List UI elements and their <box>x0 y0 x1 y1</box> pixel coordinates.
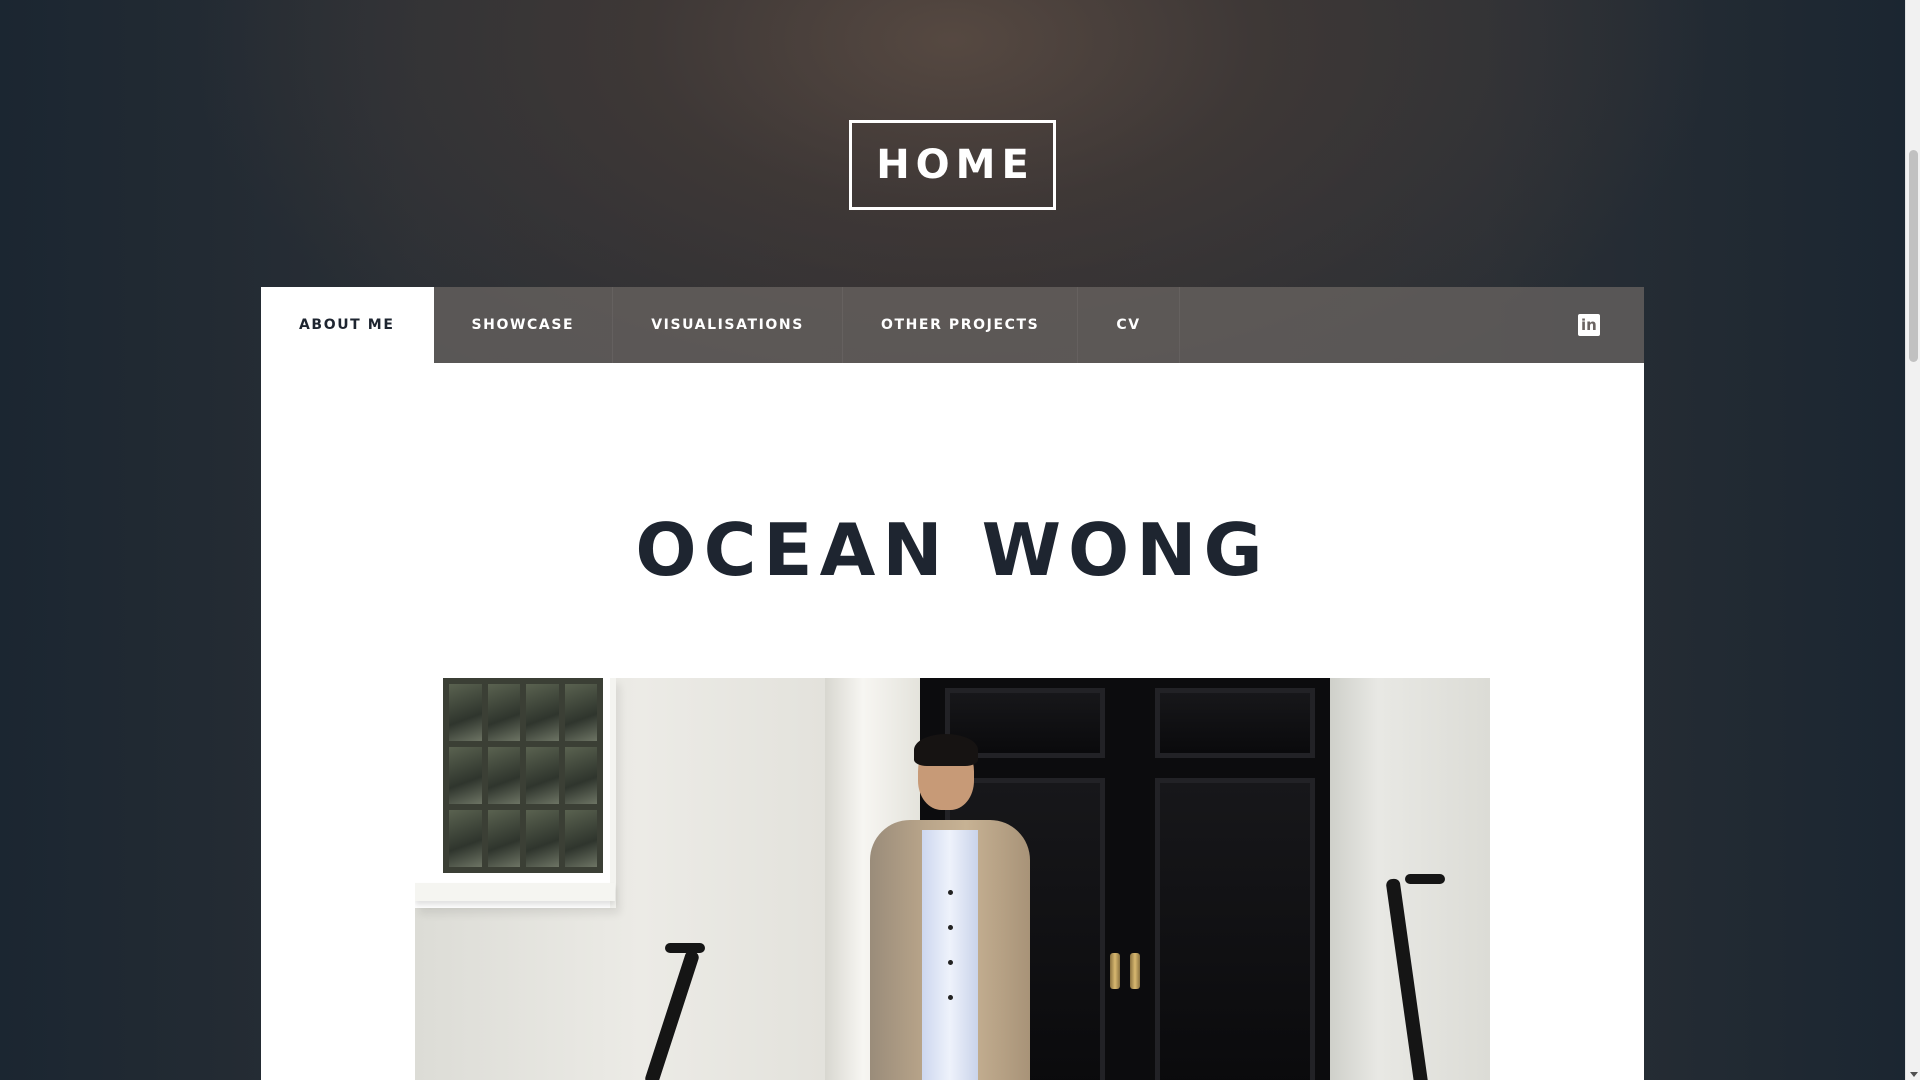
scrollbar-thumb[interactable] <box>1909 150 1918 362</box>
photo-person <box>850 734 1050 1080</box>
linkedin-icon: in <box>1578 314 1600 336</box>
portrait-photo <box>415 678 1490 1080</box>
scroll-down-arrow-icon[interactable] <box>1910 1072 1918 1077</box>
nav-item-cv[interactable]: CV <box>1078 287 1180 363</box>
photo-window <box>415 678 616 908</box>
nav-item-other-projects[interactable]: OTHER PROJECTS <box>843 287 1079 363</box>
linkedin-link[interactable]: in <box>1534 287 1644 363</box>
home-button[interactable]: HOME <box>849 120 1056 210</box>
photo-window-glass <box>443 678 603 873</box>
main-nav: ABOUT ME SHOWCASE VISUALISATIONS OTHER P… <box>261 287 1644 363</box>
photo-railing-right-top <box>1405 874 1445 884</box>
nav-item-visualisations[interactable]: VISUALISATIONS <box>613 287 843 363</box>
nav-item-about-me[interactable]: ABOUT ME <box>261 287 434 363</box>
photo-railing-left-top <box>665 943 705 953</box>
nav-item-showcase[interactable]: SHOWCASE <box>434 287 614 363</box>
vertical-scrollbar[interactable] <box>1905 0 1920 1080</box>
photo-window-sill <box>415 883 615 901</box>
content-panel: OCEAN WONG <box>261 363 1644 1080</box>
page-title: OCEAN WONG <box>635 508 1270 592</box>
